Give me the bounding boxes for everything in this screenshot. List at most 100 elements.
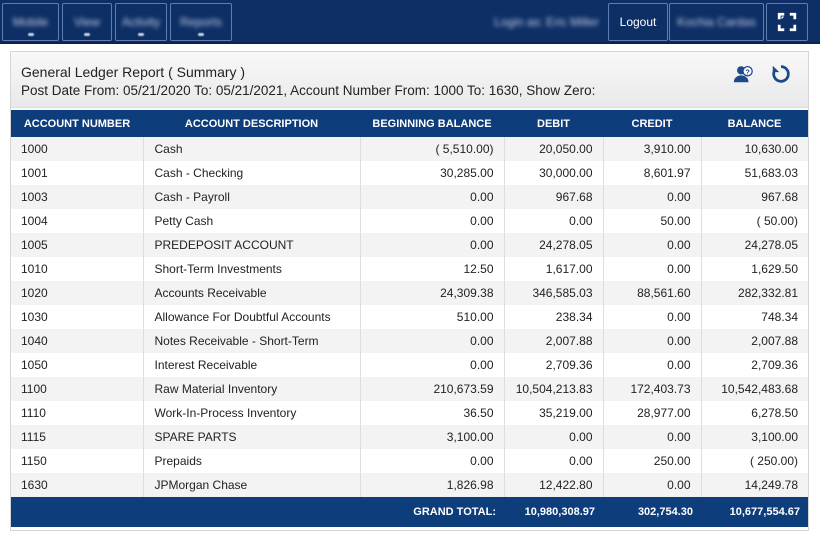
column-header-balance[interactable]: BALANCE <box>701 110 808 137</box>
expand-icon <box>777 12 797 32</box>
svg-text:?: ? <box>745 67 750 76</box>
account-number-cell: 1005 <box>11 233 144 257</box>
account-description-cell: Allowance For Doubtful Accounts <box>143 305 361 329</box>
account-description-cell: SPARE PARTS <box>143 425 361 449</box>
table-row[interactable]: 1150 Prepaids 0.00 0.00 250.00( 250.00) <box>11 449 808 473</box>
balance-cell: 10,542,483.68 <box>701 377 808 401</box>
table-row[interactable]: 1005 PREDEPOSIT ACCOUNT 0.00 24,278.05 0.00 2… <box>11 233 808 257</box>
table-row[interactable]: 1100 Raw Material Inventory 210,673.59 10,5… <box>11 377 808 401</box>
account-number-cell: 1100 <box>11 377 144 401</box>
nav-menu-1[interactable]: Mobile <box>2 3 59 41</box>
balance-cell: 3,100.00 <box>701 425 808 449</box>
table-row[interactable]: 1000 Cash( 5,510.00) 20,050.00 3,910.00 10,6… <box>11 137 808 161</box>
debit-cell: 0.00 <box>504 425 604 449</box>
report-title: General Ledger Report ( Summary ) <box>21 64 246 80</box>
chevron-down-icon <box>138 33 144 36</box>
debit-cell: 10,504,213.83 <box>504 377 604 401</box>
top-navbar: Mobile View Activity Reports Login as: E… <box>0 0 820 44</box>
debit-cell: 1,617.00 <box>504 257 604 281</box>
debit-cell: 238.34 <box>504 305 604 329</box>
column-header-account-number[interactable]: ACCOUNT NUMBER <box>11 110 143 137</box>
account-number-cell: 1003 <box>11 185 144 209</box>
column-header-credit[interactable]: CREDIT <box>603 110 701 137</box>
balance-cell: ( 250.00) <box>701 449 808 473</box>
logout-label: Logout <box>619 15 657 29</box>
table-row[interactable]: 1003 Cash - Payroll 0.00 967.68 0.00 967.68 <box>11 185 808 209</box>
nav-menu-1-label: Mobile <box>12 15 49 29</box>
company-selector[interactable]: Kochia Cardas <box>669 3 764 41</box>
nav-menu-2[interactable]: View <box>62 3 112 41</box>
nav-menu-3[interactable]: Activity <box>115 3 167 41</box>
table-row[interactable]: 1030 Allowance For Doubtful Accounts 510.0… <box>11 305 808 329</box>
debit-cell: 35,219.00 <box>504 401 604 425</box>
refresh-icon[interactable] <box>769 62 793 86</box>
balance-cell: 24,278.05 <box>701 233 808 257</box>
beginning-balance-cell: 0.00 <box>360 185 505 209</box>
debit-cell: 12,422.80 <box>504 473 604 497</box>
account-number-cell: 1050 <box>11 353 144 377</box>
table-row[interactable]: 1115 SPARE PARTS 3,100.00 0.00 0.00 3,100.00 <box>11 425 808 449</box>
table-row[interactable]: 1630 JPMorgan Chase 1,826.98 12,422.80 0.00 1… <box>11 473 808 497</box>
account-number-cell: 1630 <box>11 473 144 497</box>
account-description-cell: Cash - Payroll <box>143 185 361 209</box>
nav-menu-4-label: Reports <box>179 15 223 29</box>
beginning-balance-cell: 0.00 <box>360 329 505 353</box>
grand-total-row: GRAND TOTAL: 10,980,308.97 302,754.30 10… <box>11 497 808 527</box>
account-number-cell: 1030 <box>11 305 144 329</box>
credit-cell: 0.00 <box>603 353 702 377</box>
account-number-cell: 1040 <box>11 329 144 353</box>
table-row[interactable]: 1110 Work-In-Process Inventory 36.50 35,219… <box>11 401 808 425</box>
report-header: General Ledger Report ( Summary ) Post D… <box>11 52 808 108</box>
table-row[interactable]: 1050 Interest Receivable 0.00 2,709.36 0.00 2… <box>11 353 808 377</box>
debit-cell: 30,000.00 <box>504 161 604 185</box>
credit-cell: 0.00 <box>603 233 702 257</box>
beginning-balance-cell: 30,285.00 <box>360 161 505 185</box>
chevron-down-icon <box>198 33 204 36</box>
column-header-beginning-balance[interactable]: BEGINNING BALANCE <box>360 110 504 137</box>
column-header-debit[interactable]: DEBIT <box>504 110 603 137</box>
report-panel: General Ledger Report ( Summary ) Post D… <box>10 51 809 531</box>
user-help-icon[interactable]: ? <box>731 62 755 86</box>
balance-cell: ( 50.00) <box>701 209 808 233</box>
account-description-cell: Short-Term Investments <box>143 257 361 281</box>
beginning-balance-cell: 12.50 <box>360 257 505 281</box>
grand-total-label: GRAND TOTAL: <box>11 497 504 527</box>
table-row[interactable]: 1004 Petty Cash 0.00 0.00 50.00( 50.00) <box>11 209 808 233</box>
beginning-balance-cell: 36.50 <box>360 401 505 425</box>
balance-cell: 1,629.50 <box>701 257 808 281</box>
table-row[interactable]: 1040 Notes Receivable - Short-Term 0.00 2,0… <box>11 329 808 353</box>
credit-cell: 0.00 <box>603 473 702 497</box>
account-description-cell: PREDEPOSIT ACCOUNT <box>143 233 361 257</box>
account-number-cell: 1000 <box>11 137 144 161</box>
credit-cell: 0.00 <box>603 305 702 329</box>
beginning-balance-cell: 510.00 <box>360 305 505 329</box>
grand-total-balance: 10,677,554.67 <box>701 497 808 527</box>
account-description-cell: Interest Receivable <box>143 353 361 377</box>
table-row[interactable]: 1010 Short-Term Investments 12.50 1,617.00 0… <box>11 257 808 281</box>
beginning-balance-cell: 0.00 <box>360 209 505 233</box>
account-number-cell: 1001 <box>11 161 144 185</box>
user-login-info: Login as: Eric Miller <box>486 3 607 41</box>
account-number-cell: 1110 <box>11 401 144 425</box>
beginning-balance-cell: 210,673.59 <box>360 377 505 401</box>
company-label: Kochia Cardas <box>677 15 756 29</box>
column-header-account-description[interactable]: ACCOUNT DESCRIPTION <box>143 110 360 137</box>
account-number-cell: 1004 <box>11 209 144 233</box>
account-description-cell: Petty Cash <box>143 209 361 233</box>
table-row[interactable]: 1001 Cash - Checking 30,285.00 30,000.00 8,6… <box>11 161 808 185</box>
account-number-cell: 1020 <box>11 281 144 305</box>
table-row[interactable]: 1020 Accounts Receivable 24,309.38 346,585.… <box>11 281 808 305</box>
balance-cell: 51,683.03 <box>701 161 808 185</box>
logout-button[interactable]: Logout <box>608 3 668 41</box>
beginning-balance-cell: ( 5,510.00) <box>360 137 505 161</box>
account-description-cell: JPMorgan Chase <box>143 473 361 497</box>
fullscreen-button[interactable] <box>766 3 808 41</box>
credit-cell: 3,910.00 <box>603 137 702 161</box>
grand-total-debit: 10,980,308.97 <box>504 497 603 527</box>
grand-total-credit: 302,754.30 <box>603 497 701 527</box>
credit-cell: 8,601.97 <box>603 161 702 185</box>
report-criteria: Post Date From: 05/21/2020 To: 05/21/202… <box>21 83 596 98</box>
balance-cell: 14,249.78 <box>701 473 808 497</box>
balance-cell: 6,278.50 <box>701 401 808 425</box>
nav-menu-4[interactable]: Reports <box>170 3 232 41</box>
